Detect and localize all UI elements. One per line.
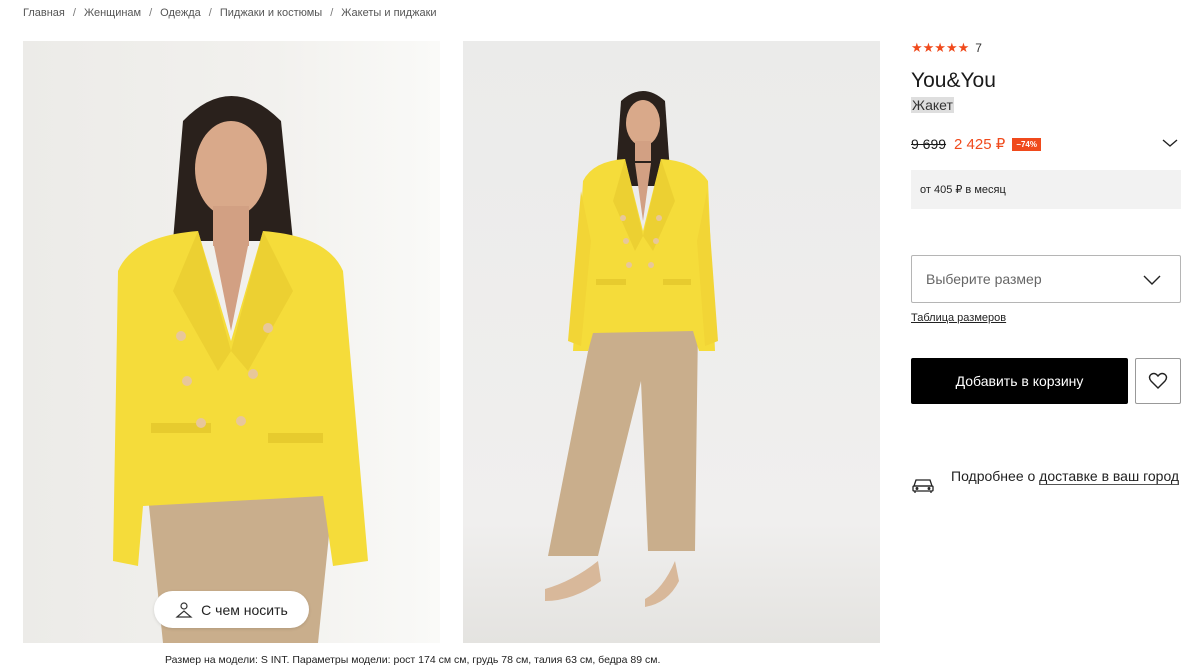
breadcrumb-clothing[interactable]: Одежда [160,7,201,19]
what-to-wear-button[interactable]: С чем носить [154,591,309,628]
breadcrumb: Главная / Женщинам / Одежда / Пиджаки и костюм… [23,7,437,19]
installment-info[interactable]: от 405 ₽ в месяц [911,170,1181,209]
delivery-info: Подробнее о доставке в ваш город [911,467,1181,495]
add-to-cart-label: Добавить в корзину [955,373,1084,389]
delivery-text: Подробнее о доставке в ваш город [951,467,1180,495]
car-icon [912,479,934,493]
old-price: 9 699 [911,136,947,152]
breadcrumb-jackets[interactable]: Жакеты и пиджаки [341,7,436,19]
product-photo-full[interactable] [463,41,880,643]
product-photo-main[interactable] [23,41,440,643]
installment-text: от 405 ₽ в месяц [920,184,1006,196]
what-to-wear-label: С чем носить [201,601,288,618]
delivery-link[interactable]: доставке в ваш город [1039,468,1180,485]
size-select[interactable]: Выберите размер [911,255,1181,303]
breadcrumb-separator: / [72,7,76,19]
discount-badge: −74% [1012,137,1041,151]
product-type: Жакет [911,97,954,113]
brand-name[interactable]: You&You [911,69,996,93]
product-photo-full-image [545,91,718,607]
rating-count: 7 [975,41,982,55]
chevron-down-icon[interactable] [1161,137,1179,149]
current-price: 2 425 ₽ [954,136,1006,153]
breadcrumb-separator: / [330,7,334,19]
size-table-link[interactable]: Таблица размеров [911,312,1006,324]
size-select-placeholder: Выберите размер [926,271,1042,287]
breadcrumb-separator: / [208,7,212,19]
rating-stars: ★★★★★ [911,40,970,55]
price-row: 9 699 2 425 ₽ −74% [911,135,1181,153]
model-parameters: Размер на модели: S INT. Параметры модел… [165,654,661,666]
breadcrumb-home[interactable]: Главная [23,7,65,19]
product-photo-main-image [113,96,368,643]
add-to-cart-button[interactable]: Добавить в корзину [911,358,1128,404]
breadcrumb-separator: / [149,7,153,19]
breadcrumb-women[interactable]: Женщинам [84,7,141,19]
delivery-prefix: Подробнее о [951,468,1040,484]
person-hanger-icon [175,601,193,618]
product-info-panel: ★★★★★ 7 You&You Жакет 9 699 2 425 ₽ −74%… [911,40,1181,493]
chevron-down-icon [1143,275,1161,285]
rating[interactable]: ★★★★★ 7 [911,40,1181,56]
breadcrumb-suits[interactable]: Пиджаки и костюмы [220,7,322,19]
heart-icon [1148,372,1168,389]
favorite-button[interactable] [1135,358,1181,404]
